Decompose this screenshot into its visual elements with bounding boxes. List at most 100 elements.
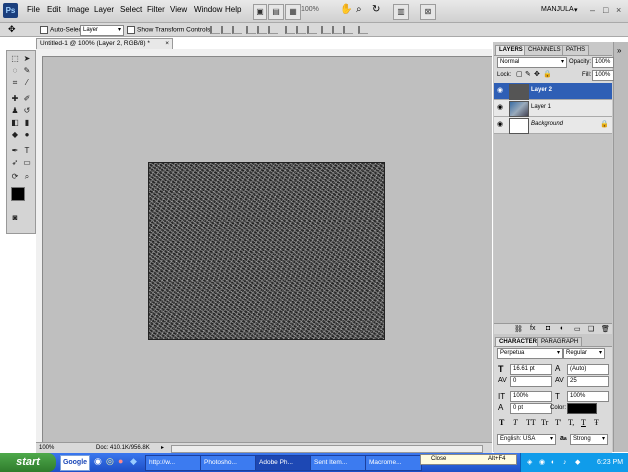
small-caps-button[interactable]: Tr	[541, 418, 548, 427]
visibility-eye-icon[interactable]: ◉	[497, 121, 504, 128]
brush-tool-icon[interactable]: ✐	[22, 94, 32, 104]
fill-input[interactable]: 100%	[592, 70, 614, 81]
close-tab-icon[interactable]: ×	[165, 39, 169, 49]
antialias-dropdown[interactable]: Strong ▾	[570, 434, 608, 445]
tray-icon[interactable]: ◉	[539, 453, 545, 472]
strikethrough-button[interactable]: Ŧ	[594, 418, 599, 427]
blur-tool-icon[interactable]: ◆	[10, 130, 20, 140]
pen-tool-icon[interactable]: ✒	[10, 146, 20, 156]
taskbar-item-sent-items[interactable]: Sent Item...	[310, 455, 367, 471]
status-zoom[interactable]: 100%	[39, 443, 54, 453]
minimize-icon[interactable]: –	[590, 5, 595, 15]
close-icon[interactable]: ×	[616, 5, 621, 15]
menu-view[interactable]: View	[170, 5, 187, 14]
gradient-tool-icon[interactable]: ▮	[22, 118, 32, 128]
clock[interactable]: 6:23 PM	[597, 453, 623, 472]
align-bottom-icon[interactable]	[232, 26, 242, 34]
quick-launch-icon[interactable]: ◎	[106, 456, 114, 467]
dodge-tool-icon[interactable]: ●	[22, 130, 32, 140]
arrange-documents-icon[interactable]: ▥	[393, 4, 409, 20]
layer-row-layer-1[interactable]: ◉ Layer 1	[494, 100, 612, 117]
quick-launch-icon[interactable]: ◉	[94, 456, 102, 467]
history-brush-tool-icon[interactable]: ↺	[22, 106, 32, 116]
tab-layers[interactable]: LAYERS	[495, 45, 527, 55]
underline-button[interactable]: T	[581, 418, 586, 427]
lasso-tool-icon[interactable]: ◌	[10, 66, 20, 76]
tray-icon[interactable]: ◈	[527, 453, 532, 472]
layer-row-background[interactable]: ◉ Background 🔒	[494, 117, 612, 134]
kerning-input[interactable]: 0	[510, 376, 552, 387]
adjustment-layer-icon[interactable]: ◐	[560, 325, 564, 332]
taskbar-item-adobe-photoshop[interactable]: Adobe Ph...	[255, 455, 312, 471]
screen-mode-icon[interactable]: ⊠	[420, 4, 436, 20]
menu-image[interactable]: Image	[67, 5, 89, 14]
auto-align-icon[interactable]	[358, 26, 368, 34]
eraser-tool-icon[interactable]: ◧	[10, 118, 20, 128]
3d-rotate-tool-icon[interactable]: ⟳	[10, 172, 20, 182]
tab-paths[interactable]: PATHS	[562, 45, 590, 55]
distribute-right-icon[interactable]	[343, 26, 353, 34]
tray-icon[interactable]: ◆	[575, 453, 580, 472]
language-dropdown[interactable]: English: USA ▾	[497, 434, 556, 445]
distribute-vcenter-icon[interactable]	[296, 26, 306, 34]
taskbar-item-macromedia[interactable]: Macrome...	[365, 455, 422, 471]
quick-launch-icon[interactable]: ●	[118, 456, 123, 466]
zoom-tool-icon[interactable]: ⌕	[356, 4, 362, 15]
font-family-dropdown[interactable]: Perpetua ▾	[497, 348, 563, 359]
zoom-level[interactable]: 100%	[301, 6, 319, 13]
font-size-input[interactable]: 16.61 pt	[510, 364, 552, 375]
align-right-icon[interactable]	[268, 26, 278, 34]
type-tool-icon[interactable]: T	[22, 146, 32, 156]
zoom-tool-icon[interactable]: ⌕	[22, 172, 32, 182]
new-layer-icon[interactable]: ❑	[588, 325, 594, 333]
tray-icon[interactable]: ◐	[551, 453, 555, 472]
align-vcenter-icon[interactable]	[221, 26, 231, 34]
align-left-icon[interactable]	[246, 26, 256, 34]
leading-input[interactable]: (Auto)	[567, 364, 609, 375]
marquee-tool-icon[interactable]: ⬚	[10, 54, 20, 64]
menu-filter[interactable]: Filter	[147, 5, 165, 14]
distribute-left-icon[interactable]	[321, 26, 331, 34]
text-color-swatch[interactable]	[567, 403, 597, 414]
google-toolbar[interactable]: Google	[60, 455, 90, 471]
auto-select-dropdown[interactable]: Layer ▾	[80, 25, 124, 36]
blend-mode-dropdown[interactable]: Normal ▾	[497, 57, 567, 68]
foreground-color-swatch[interactable]	[11, 187, 25, 201]
layer-style-icon[interactable]: fx	[530, 325, 535, 332]
view-extras-icon[interactable]: ▦	[285, 4, 301, 20]
maximize-icon[interactable]: □	[603, 5, 608, 15]
move-tool-icon[interactable]: ➤	[22, 54, 32, 64]
panel-collapse-icon[interactable]: »	[617, 46, 621, 55]
menu-file[interactable]: File	[27, 5, 40, 14]
bridge-icon[interactable]: ▣	[253, 4, 267, 20]
visibility-eye-icon[interactable]: ◉	[497, 87, 504, 94]
superscript-button[interactable]: T'	[555, 418, 561, 427]
tracking-input[interactable]: 25	[567, 376, 609, 387]
lock-position-icon[interactable]: ✥	[534, 70, 540, 78]
tab-channels[interactable]: CHANNELS	[524, 45, 565, 55]
healing-brush-tool-icon[interactable]: ✚	[10, 94, 20, 104]
horizontal-scrollbar[interactable]	[171, 445, 483, 453]
transform-controls-checkbox[interactable]: Show Transform Controls	[127, 26, 210, 34]
menu-layer[interactable]: Layer	[94, 5, 114, 14]
lock-transparency-icon[interactable]: ▢	[516, 70, 523, 78]
document-tab[interactable]: Untitled-1 @ 100% (Layer 2, RGB/8) * ×	[36, 38, 173, 49]
quick-select-tool-icon[interactable]: ✎	[22, 66, 32, 76]
hand-tool-icon[interactable]: ✋	[340, 4, 352, 15]
align-top-icon[interactable]	[210, 26, 220, 34]
faux-bold-button[interactable]: T	[499, 418, 504, 427]
crop-tool-icon[interactable]: ⌗	[10, 78, 20, 88]
faux-italic-button[interactable]: T	[513, 418, 517, 427]
baseline-shift-input[interactable]: 0 pt	[510, 403, 552, 414]
start-button[interactable]: start	[0, 453, 56, 472]
lock-pixels-icon[interactable]: ✎	[525, 70, 531, 78]
taskbar-item-photoshop[interactable]: Photosho...	[200, 455, 257, 471]
menu-window[interactable]: Window	[194, 5, 222, 14]
distribute-bottom-icon[interactable]	[307, 26, 317, 34]
eyedropper-tool-icon[interactable]: ⁄	[22, 78, 32, 88]
visibility-eye-icon[interactable]: ◉	[497, 104, 504, 111]
tray-icon[interactable]: ♪	[563, 453, 567, 472]
layer-mask-icon[interactable]: ◘	[546, 325, 550, 332]
quick-mask-icon[interactable]: ◙	[10, 213, 20, 223]
taskbar-item-browser[interactable]: http://w...	[145, 455, 202, 471]
